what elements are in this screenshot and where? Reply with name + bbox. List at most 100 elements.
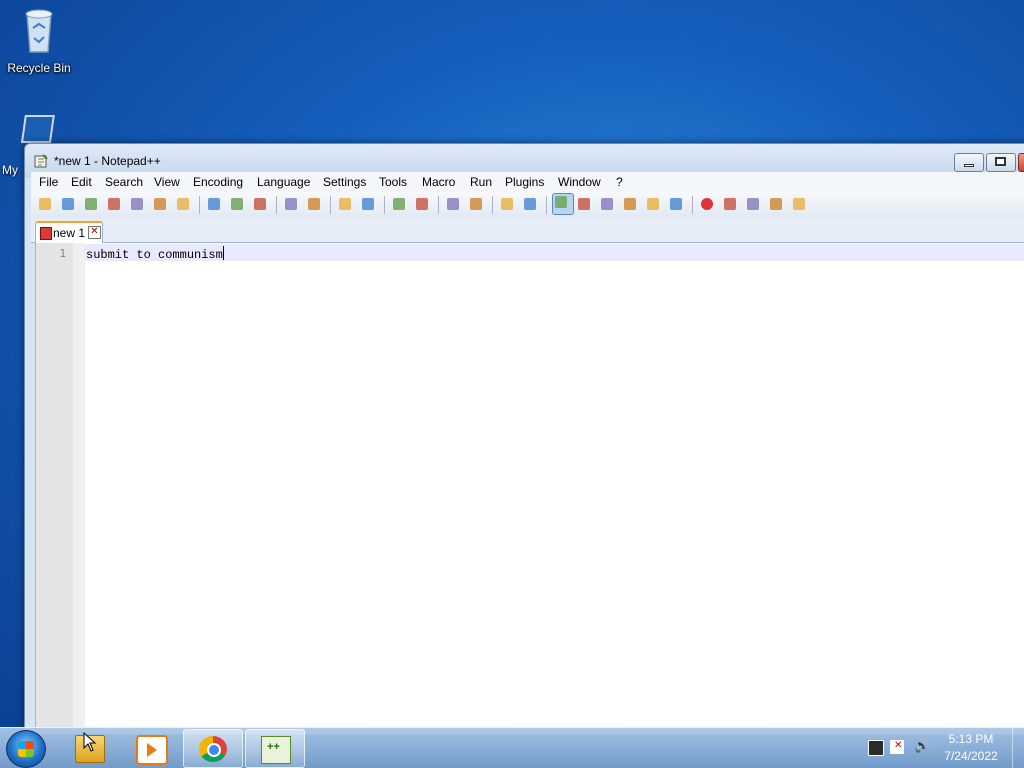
new-file-button[interactable]	[37, 196, 53, 212]
folder-as-workspace-icon	[647, 198, 659, 210]
line-number-gutter: 1	[36, 243, 73, 734]
copy-icon	[231, 198, 243, 210]
close-icon	[131, 198, 143, 210]
redo-button[interactable]	[306, 196, 322, 212]
recycle-bin-desktop-icon[interactable]: Recycle Bin	[1, 6, 77, 75]
taskbar-chrome[interactable]	[183, 729, 243, 768]
menu-tools[interactable]: Tools	[379, 175, 407, 189]
sync-vertical-icon	[447, 198, 459, 210]
tab-new-1[interactable]: new 1 ✕	[35, 221, 103, 244]
network-icon[interactable]	[868, 740, 884, 756]
stop-macro-button[interactable]	[722, 196, 738, 212]
find-button[interactable]	[337, 196, 353, 212]
chrome-icon	[199, 736, 227, 762]
show-desktop-button[interactable]	[1012, 728, 1024, 768]
clock-date[interactable]: 7/24/2022	[938, 749, 1004, 763]
save-macro-button[interactable]	[791, 196, 807, 212]
monitoring-icon	[670, 198, 682, 210]
zoom-out-button[interactable]	[414, 196, 430, 212]
folder-as-workspace-button[interactable]	[645, 196, 661, 212]
undo-button[interactable]	[283, 196, 299, 212]
toolbar-separator	[199, 196, 200, 214]
maximize-button[interactable]	[986, 153, 1016, 172]
volume-icon[interactable]: 🔊	[914, 738, 930, 754]
window-title: *new 1 - Notepad++	[54, 154, 161, 168]
close-window-button[interactable]	[1018, 153, 1024, 172]
menu-file[interactable]: File	[39, 175, 58, 189]
menu-window[interactable]: Window	[558, 175, 601, 189]
sync-horizontal-button[interactable]	[468, 196, 484, 212]
show-all-characters-icon	[524, 198, 536, 210]
save-macro-icon	[793, 198, 805, 210]
function-list-button[interactable]	[622, 196, 638, 212]
save-icon	[85, 198, 97, 210]
recycle-bin-label: Recycle Bin	[7, 61, 71, 75]
clock-time[interactable]: 5:13 PM	[938, 732, 1004, 746]
run-macro-multiple-button[interactable]	[768, 196, 784, 212]
show-all-characters-button[interactable]	[522, 196, 538, 212]
save-button[interactable]	[83, 196, 99, 212]
replace-button[interactable]	[360, 196, 376, 212]
text-caret	[222, 246, 224, 260]
close-all-button[interactable]	[152, 196, 168, 212]
cut-button[interactable]	[206, 196, 222, 212]
paste-button[interactable]	[252, 196, 268, 212]
document-map-icon	[601, 198, 613, 210]
sync-vertical-button[interactable]	[445, 196, 461, 212]
menu-language[interactable]: Language	[257, 175, 310, 189]
paste-icon	[254, 198, 266, 210]
function-list-icon	[624, 198, 636, 210]
print-button[interactable]	[175, 196, 191, 212]
line-number: 1	[59, 247, 66, 260]
menu-run[interactable]: Run	[470, 175, 492, 189]
minimize-icon	[964, 164, 974, 167]
zoom-in-button[interactable]	[391, 196, 407, 212]
play-macro-button[interactable]	[745, 196, 761, 212]
taskbar: 🔊 5:13 PM 7/24/2022	[0, 727, 1024, 768]
run-macro-multiple-icon	[770, 198, 782, 210]
cut-icon	[208, 198, 220, 210]
menu-view[interactable]: View	[154, 175, 180, 189]
monitoring-button[interactable]	[668, 196, 684, 212]
fold-margin[interactable]	[73, 243, 85, 734]
computer-label-partial: My	[2, 163, 18, 177]
minimize-button[interactable]	[954, 153, 984, 172]
action-center-icon[interactable]	[890, 740, 904, 754]
menu-bar: File Edit Search View Encoding Language …	[31, 172, 1024, 192]
taskbar-notepad-plus-plus[interactable]	[245, 729, 305, 768]
indent-guide-button[interactable]	[552, 193, 574, 215]
record-macro-button[interactable]	[699, 196, 715, 212]
toolbar-separator	[330, 196, 331, 214]
menu-settings[interactable]: Settings	[323, 175, 366, 189]
menu-encoding[interactable]: Encoding	[193, 175, 243, 189]
taskbar-media-player[interactable]	[121, 729, 179, 766]
menu-help[interactable]: ?	[616, 175, 623, 189]
code-line[interactable]: submit to communism	[86, 246, 224, 262]
redo-icon	[308, 198, 320, 210]
word-wrap-icon	[501, 198, 513, 210]
system-tray: 🔊 5:13 PM 7/24/2022	[860, 728, 1024, 768]
save-all-button[interactable]	[106, 196, 122, 212]
copy-button[interactable]	[229, 196, 245, 212]
toolbar-separator	[438, 196, 439, 214]
zoom-out-icon	[416, 198, 428, 210]
open-file-button[interactable]	[60, 196, 76, 212]
user-language-button[interactable]	[576, 196, 592, 212]
document-map-button[interactable]	[599, 196, 615, 212]
find-icon	[339, 198, 351, 210]
tab-close-icon[interactable]: ✕	[88, 226, 101, 239]
toolbar-separator	[492, 196, 493, 214]
menu-search[interactable]: Search	[105, 175, 143, 189]
word-wrap-button[interactable]	[499, 196, 515, 212]
unsaved-document-icon	[40, 227, 52, 240]
start-button[interactable]	[6, 730, 46, 768]
mouse-pointer-icon	[83, 732, 97, 752]
menu-edit[interactable]: Edit	[71, 175, 92, 189]
indent-guide-icon	[555, 196, 567, 208]
save-all-icon	[108, 198, 120, 210]
menu-macro[interactable]: Macro	[422, 175, 455, 189]
close-button[interactable]	[129, 196, 145, 212]
menu-plugins[interactable]: Plugins	[505, 175, 544, 189]
toolbar-separator	[384, 196, 385, 214]
editor-area[interactable]: 1 submit to communism	[35, 243, 1024, 734]
